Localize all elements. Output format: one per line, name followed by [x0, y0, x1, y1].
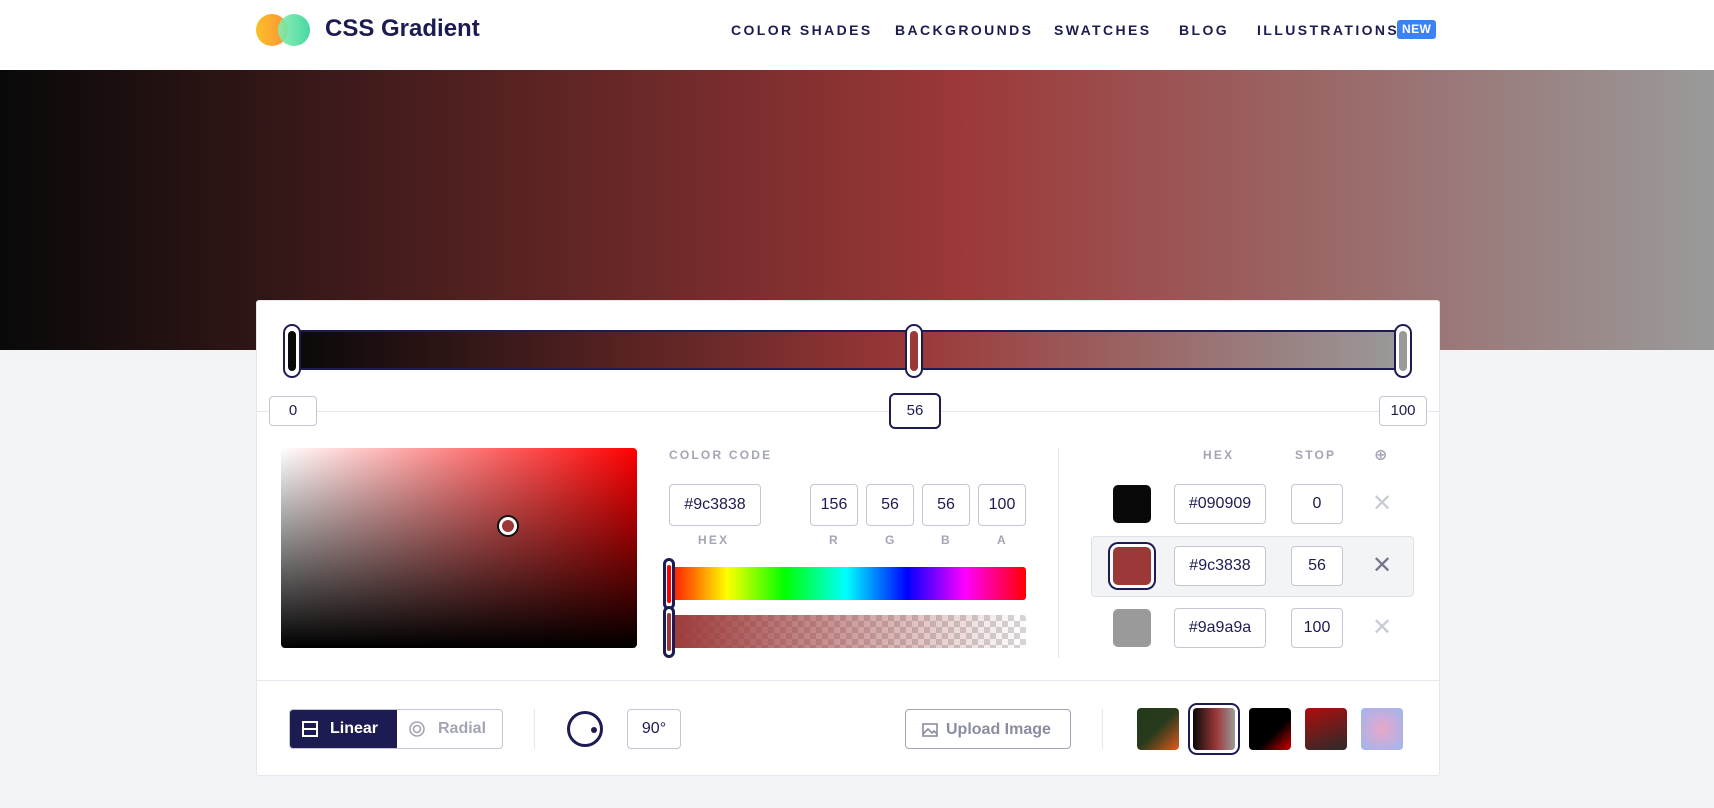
hue-handle-fill	[667, 565, 671, 603]
stop-position-input-0[interactable]	[1291, 484, 1343, 524]
toolbar-separator	[1102, 709, 1103, 749]
alpha-input[interactable]	[978, 484, 1026, 526]
angle-input[interactable]	[627, 709, 681, 749]
preset-gradient-4[interactable]	[1305, 708, 1347, 750]
stops-hex-header: HEX	[1203, 448, 1235, 462]
red-input[interactable]	[810, 484, 858, 526]
stop-hex-input-0[interactable]	[1174, 484, 1266, 524]
top-navbar: CSS Gradient COLOR SHADES BACKGROUNDS SW…	[0, 0, 1714, 70]
remove-stop-icon[interactable]: ✕	[1372, 616, 1392, 640]
stop-handle-swatch	[288, 331, 296, 371]
radial-label: Radial	[438, 720, 487, 737]
angle-dial-dot	[591, 727, 597, 733]
hue-slider-handle[interactable]	[663, 558, 675, 610]
g-field-label: G	[885, 533, 897, 547]
stop-handle-56[interactable]	[905, 324, 923, 378]
logo-icon[interactable]	[256, 14, 312, 46]
stop-swatch-0[interactable]	[1113, 485, 1151, 523]
stop-handle-100[interactable]	[1394, 324, 1412, 378]
vertical-divider	[1058, 448, 1059, 658]
linear-label: Linear	[330, 720, 379, 737]
add-stop-icon[interactable]: ⊕	[1374, 445, 1387, 465]
stop-handle-0[interactable]	[283, 324, 301, 378]
linear-button[interactable]: Linear	[290, 710, 397, 748]
blue-input[interactable]	[922, 484, 970, 526]
a-field-label: A	[997, 533, 1008, 547]
stop-swatch-100[interactable]	[1113, 609, 1151, 647]
green-input[interactable]	[866, 484, 914, 526]
new-badge: NEW	[1397, 20, 1437, 39]
stop-position-input-100[interactable]	[1291, 608, 1343, 648]
b-field-label: B	[941, 533, 952, 547]
toolbar-separator	[534, 709, 535, 749]
nav-link-backgrounds[interactable]: BACKGROUNDS	[895, 22, 1033, 38]
remove-stop-icon[interactable]: ✕	[1372, 554, 1392, 578]
upload-image-label: Upload Image	[946, 721, 1051, 738]
upload-image-button[interactable]: Upload Image	[905, 709, 1071, 749]
gradient-type-toggle: Linear Radial	[289, 709, 503, 749]
hex-field-label: HEX	[698, 533, 730, 547]
preset-gradient-1[interactable]	[1137, 708, 1179, 750]
linear-icon	[302, 721, 318, 737]
horizontal-divider	[256, 680, 1440, 681]
image-icon	[922, 723, 938, 737]
stop-swatch-56[interactable]	[1113, 547, 1151, 585]
stop-position-input-56[interactable]	[1291, 546, 1343, 586]
picker-cursor[interactable]	[499, 517, 517, 535]
remove-stop-icon[interactable]: ✕	[1372, 492, 1392, 516]
radial-icon	[409, 721, 425, 737]
nav-link-swatches[interactable]: SWATCHES	[1054, 22, 1152, 38]
logo-circle-green	[278, 14, 310, 46]
stop-hex-input-100[interactable]	[1174, 608, 1266, 648]
saturation-value-picker[interactable]	[281, 448, 637, 648]
stop-handle-swatch	[1399, 331, 1407, 371]
alpha-slider-handle[interactable]	[663, 606, 675, 658]
stops-stop-header: STOP	[1295, 448, 1337, 462]
brand-name[interactable]: CSS Gradient	[325, 15, 480, 43]
stop-hex-input-56[interactable]	[1174, 546, 1266, 586]
hex-input[interactable]	[669, 484, 761, 526]
stop-position-label-56[interactable]: 56	[889, 393, 941, 429]
alpha-slider[interactable]	[666, 615, 1026, 648]
color-code-label: COLOR CODE	[669, 448, 773, 462]
nav-link-color-shades[interactable]: COLOR SHADES	[731, 22, 873, 38]
stop-position-label-0[interactable]: 0	[269, 396, 317, 426]
divider	[256, 411, 1440, 412]
preset-gradient-5[interactable]	[1361, 708, 1403, 750]
stop-handle-swatch	[910, 331, 918, 371]
stop-position-label-100[interactable]: 100	[1379, 396, 1427, 426]
radial-button[interactable]: Radial	[397, 710, 502, 748]
r-field-label: R	[829, 533, 840, 547]
preset-gradient-2[interactable]	[1193, 708, 1235, 750]
nav-link-illustrations[interactable]: ILLUSTRATIONS	[1257, 22, 1399, 38]
gradient-stop-bar[interactable]	[290, 330, 1406, 370]
preset-gradient-3[interactable]	[1249, 708, 1291, 750]
angle-dial[interactable]	[567, 711, 603, 747]
nav-link-blog[interactable]: BLOG	[1179, 22, 1229, 38]
hue-slider[interactable]	[666, 567, 1026, 600]
alpha-handle-fill	[667, 613, 671, 651]
